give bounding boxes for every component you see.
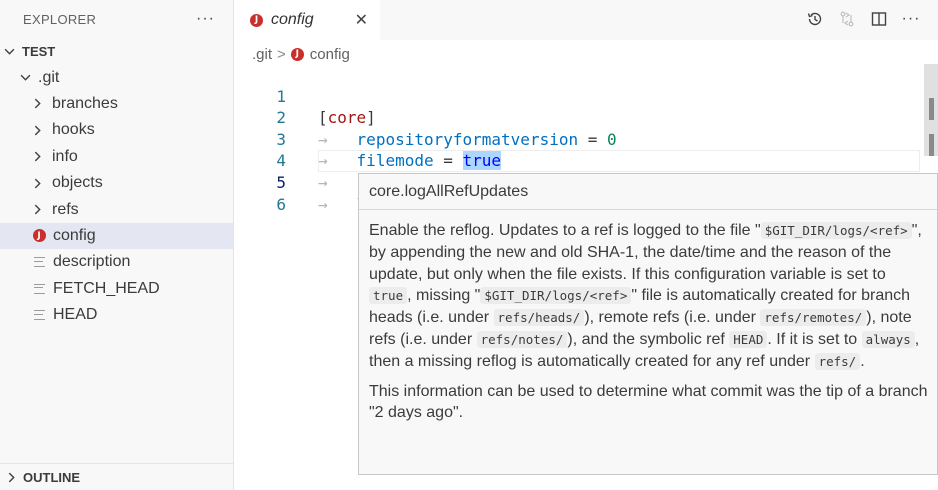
chevron-right-icon — [32, 178, 46, 189]
chevron-right-icon — [6, 472, 20, 483]
hover-title: core.logAllRefUpdates — [359, 174, 937, 210]
tree-item-label: HEAD — [53, 306, 98, 324]
timeline-icon[interactable] — [806, 9, 824, 29]
code-line: 1 [core] — [234, 64, 375, 128]
git-file-icon: J — [290, 47, 304, 61]
hover-text: . — [860, 352, 865, 370]
breadcrumb: .git > J config — [252, 44, 350, 64]
config-value: 0 — [607, 129, 617, 149]
tab-whitespace: → — [318, 194, 328, 214]
tree-folder-label: .git — [38, 68, 60, 86]
hover-tooltip: core.logAllRefUpdates Enable the reflog.… — [358, 173, 938, 475]
explorer-sidebar: EXPLORER ··· TEST .git branches hooks in… — [0, 0, 234, 490]
tree-item-label: refs — [52, 200, 79, 218]
tab-whitespace: → — [318, 172, 328, 192]
explorer-title: EXPLORER — [23, 11, 97, 27]
tree-item-label: objects — [52, 174, 103, 192]
breadcrumb-file[interactable]: config — [310, 46, 350, 63]
tree-item-objects[interactable]: objects — [0, 170, 233, 196]
compare-changes-icon[interactable] — [838, 9, 856, 29]
tree-item-label: hooks — [52, 121, 95, 139]
tree-item-refs[interactable]: refs — [0, 196, 233, 222]
code-line: 2 → repositoryformatversion = 0 — [234, 86, 616, 149]
tree-item-label: branches — [52, 94, 118, 112]
chevron-down-icon — [4, 46, 18, 57]
hover-code: $GIT_DIR/logs/<ref> — [760, 222, 912, 239]
hover-code: refs/ — [814, 352, 861, 370]
tree-root-label: TEST — [22, 43, 56, 59]
close-icon[interactable]: ✕ — [355, 10, 368, 30]
tree-item-branches[interactable]: branches — [0, 91, 233, 117]
hover-note: This information can be used to determin… — [369, 382, 928, 422]
tab-whitespace: → — [318, 129, 328, 149]
tree-item-config[interactable]: J config — [0, 222, 233, 250]
code-line: 5 → logallrefupdates = true — [234, 150, 581, 215]
tree-item-info[interactable]: info — [0, 144, 233, 170]
tree-item-label: FETCH_HEAD — [53, 279, 160, 297]
git-file-icon: J — [31, 228, 47, 244]
current-line-highlight — [318, 150, 920, 172]
hover-code: refs/remotes/ — [760, 309, 867, 327]
scroll-marker — [929, 134, 934, 156]
chevron-down-icon — [20, 72, 34, 83]
config-key: repositoryformatversion — [356, 129, 579, 149]
hover-code: true — [369, 287, 408, 305]
tree-item-head[interactable]: HEAD — [0, 302, 233, 328]
hover-text: Enable the reflog. Updates to a ref is l… — [369, 222, 761, 239]
code-line: 6 — [234, 172, 286, 214]
tab-bar: J config ✕ ··· — [234, 0, 938, 40]
tree-item-hooks[interactable]: hooks — [0, 117, 233, 143]
chevron-right-icon — [32, 98, 46, 109]
hover-text: , missing " — [407, 287, 481, 305]
open-bracket: [ — [318, 108, 328, 128]
tree-item-label: config — [53, 226, 96, 244]
chevron-right-icon — [32, 151, 46, 162]
tree-root-test[interactable]: TEST — [0, 38, 233, 64]
text-file-icon — [31, 281, 47, 297]
chevron-right-icon — [32, 125, 46, 136]
line-number: 6 — [276, 194, 286, 214]
explorer-header: EXPLORER ··· — [0, 0, 233, 38]
outline-section[interactable]: OUTLINE — [0, 463, 234, 490]
tab-label: config — [271, 11, 314, 28]
hover-description: Enable the reflog. Updates to a ref is l… — [369, 220, 931, 373]
breadcrumb-separator: > — [277, 45, 286, 63]
hover-text: ), and the symbolic ref — [567, 330, 725, 348]
tree-item-label: info — [52, 147, 78, 165]
code-line: 4 → bare = false — [234, 129, 472, 192]
text-file-icon — [31, 307, 47, 323]
tree-item-fetch-head[interactable]: FETCH_HEAD — [0, 276, 233, 302]
editor-actions: ··· — [806, 9, 920, 29]
hover-code: refs/notes/ — [476, 330, 568, 348]
hover-code: refs/heads/ — [493, 309, 585, 327]
more-actions-icon[interactable]: ··· — [196, 10, 215, 28]
split-editor-icon[interactable] — [870, 9, 888, 29]
hover-body: Enable the reflog. Updates to a ref is l… — [359, 210, 937, 424]
chevron-right-icon — [32, 204, 46, 215]
outline-label: OUTLINE — [23, 469, 81, 485]
text-file-icon — [31, 254, 47, 270]
tab-config[interactable]: J config ✕ — [234, 0, 380, 40]
vertical-scrollbar[interactable] — [924, 64, 938, 156]
tree-item-description[interactable]: description — [0, 249, 233, 275]
scroll-marker — [929, 98, 934, 120]
hover-text: . If it is set to — [767, 330, 858, 348]
tree-item-label: description — [53, 253, 131, 271]
close-bracket: ] — [366, 108, 376, 128]
tree-folder-git[interactable]: .git — [0, 64, 233, 90]
section-name: core — [327, 108, 367, 128]
git-file-icon: J — [250, 13, 263, 27]
code-line: 3 → filemode = true — [234, 107, 502, 171]
more-actions-icon[interactable]: ··· — [902, 9, 920, 29]
hover-code: always — [861, 330, 915, 348]
equals-sign: = — [587, 129, 598, 149]
hover-code: HEAD — [729, 330, 768, 348]
hover-text: ), remote refs (i.e. under — [584, 309, 756, 327]
breadcrumb-folder[interactable]: .git — [252, 46, 272, 63]
hover-code: $GIT_DIR/logs/<ref> — [480, 287, 632, 305]
